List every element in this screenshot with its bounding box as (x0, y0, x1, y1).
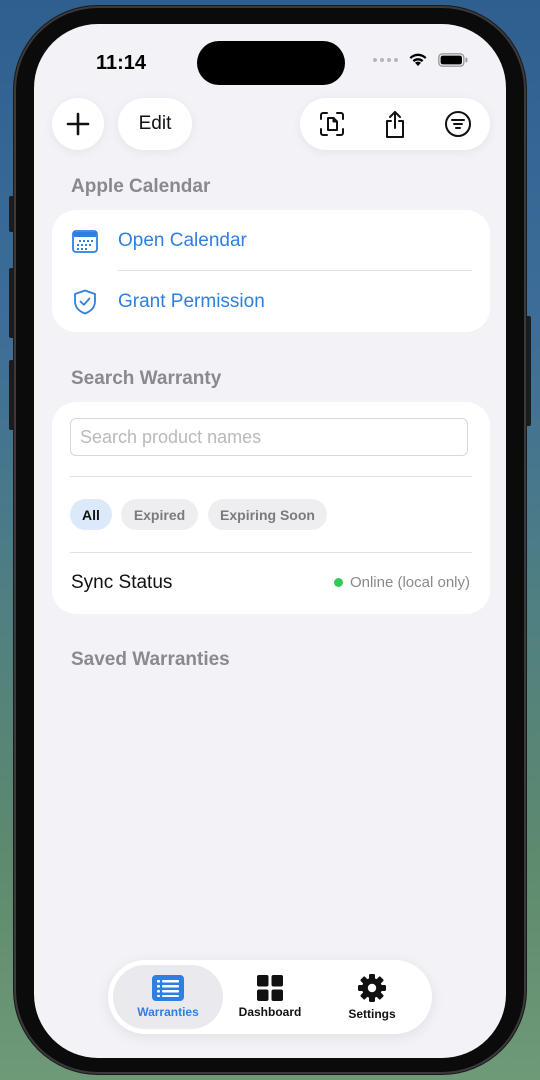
section-header-search: Search Warranty (71, 368, 222, 389)
cellular-signal-icon (373, 57, 398, 62)
filter-chip-all[interactable]: All (70, 499, 112, 530)
open-calendar-label: Open Calendar (118, 229, 247, 251)
sync-status-text: Online (local only) (349, 574, 470, 591)
toolbar-actions (300, 98, 490, 150)
share-button[interactable] (373, 102, 417, 146)
calendar-card: Open Calendar Grant Permission (52, 210, 490, 332)
status-indicators (373, 52, 468, 67)
search-input[interactable] (70, 418, 468, 456)
grid-icon (257, 975, 283, 1001)
tab-settings-label: Settings (348, 1007, 396, 1021)
doc-scan-icon (319, 112, 344, 136)
online-status-dot (333, 578, 343, 587)
calendar-icon (72, 229, 98, 253)
tab-bar: Warranties Dashboard Settings (108, 960, 432, 1034)
section-header-calendar: Apple Calendar (71, 176, 211, 197)
search-divider (70, 476, 472, 477)
status-time: 11:14 (96, 52, 147, 74)
scan-document-button[interactable] (310, 102, 354, 146)
grant-permission-row[interactable]: Grant Permission (52, 271, 490, 332)
filter-divider (70, 552, 472, 553)
tab-dashboard-label: Dashboard (238, 1005, 302, 1019)
tab-warranties[interactable]: Warranties (113, 965, 223, 1029)
plus-icon (66, 112, 90, 136)
filter-icon (445, 111, 472, 137)
tab-dashboard[interactable]: Dashboard (216, 965, 324, 1029)
wifi-icon (409, 53, 427, 66)
add-button[interactable] (52, 98, 104, 150)
filter-chip-expiring-soon[interactable]: Expiring Soon (208, 499, 327, 530)
list-icon (152, 975, 184, 1001)
app-screen: 11:14 Edit Apple Calendar Open Calendar … (34, 24, 506, 1058)
sync-status-label: Sync Status (71, 572, 173, 593)
share-icon (385, 111, 404, 138)
filter-chip-expired[interactable]: Expired (121, 499, 198, 530)
section-header-saved: Saved Warranties (71, 649, 230, 670)
open-calendar-row[interactable]: Open Calendar (52, 210, 490, 271)
battery-icon (438, 52, 468, 67)
search-card: All Expired Expiring Soon Sync Status On… (52, 402, 490, 614)
sync-status-value: Online (local only) (333, 574, 470, 591)
edit-button[interactable]: Edit (118, 98, 192, 150)
dynamic-island (197, 41, 345, 85)
shield-check-icon (74, 289, 96, 314)
gear-icon (358, 974, 386, 1002)
tab-settings[interactable]: Settings (318, 965, 426, 1029)
tab-warranties-label: Warranties (137, 1005, 199, 1019)
filter-button[interactable] (436, 102, 480, 146)
grant-permission-label: Grant Permission (118, 290, 265, 312)
